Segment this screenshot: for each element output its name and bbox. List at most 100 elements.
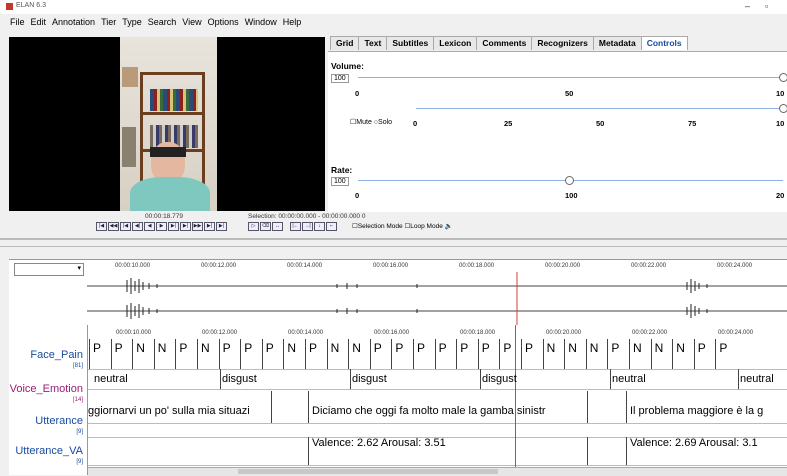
tab-metadata[interactable]: Metadata [592, 36, 642, 50]
utterance-annotation[interactable]: Il problema maggiore è la g [630, 405, 787, 417]
voice-emotion-annotation[interactable]: disgust [222, 373, 257, 385]
prev-second-button[interactable]: ◀◀ [108, 222, 119, 231]
next-pixel-button[interactable]: ▶| [204, 222, 215, 231]
face-pain-annotation[interactable]: N [136, 341, 145, 355]
speaker-icon[interactable]: 🔈 [445, 223, 453, 230]
voice-emotion-annotation[interactable]: neutral [740, 373, 774, 385]
annotation-viewer[interactable]: 00:00:10.000 00:00:12.000 00:00:14.000 0… [87, 325, 787, 476]
utterance-va-annotation[interactable]: Valence: 2.69 Arousal: 3.1 [630, 437, 787, 449]
face-pain-annotation[interactable]: N [352, 341, 361, 355]
face-pain-annotation[interactable]: P [115, 341, 123, 355]
face-pain-annotation[interactable]: N [287, 341, 296, 355]
tab-recognizers[interactable]: Recognizers [531, 36, 594, 50]
face-pain-annotation[interactable]: N [158, 341, 167, 355]
menu-view[interactable]: View [182, 17, 201, 27]
voice-emotion-annotation[interactable]: neutral [612, 373, 646, 385]
volume-slider[interactable] [358, 77, 783, 78]
face-pain-annotation[interactable]: P [179, 341, 187, 355]
tab-text[interactable]: Text [358, 36, 388, 50]
play-selection-button[interactable]: ▷ [248, 222, 259, 231]
tier-divider [88, 423, 787, 424]
face-pain-annotation[interactable]: P [439, 341, 447, 355]
step-back-button[interactable]: ◀ [144, 222, 155, 231]
face-pain-annotation[interactable]: P [93, 341, 101, 355]
splitter[interactable] [0, 238, 787, 240]
solo-slider-knob[interactable] [779, 104, 787, 113]
face-pain-annotation[interactable]: N [547, 341, 556, 355]
tier-count-utterance: [9] [76, 429, 83, 435]
utterance-annotation[interactable]: Diciamo che oggi fa molto male la gamba … [312, 405, 582, 417]
face-pain-annotation[interactable]: N [633, 341, 642, 355]
face-pain-annotation[interactable]: P [482, 341, 490, 355]
toggle-selection-button[interactable]: ↔ [272, 222, 283, 231]
rate-slider-knob[interactable] [565, 176, 574, 185]
face-pain-annotation[interactable]: P [309, 341, 317, 355]
tier-name-utterance[interactable]: Utterance [35, 415, 83, 427]
volume-slider-knob[interactable] [779, 73, 787, 82]
go-to-end-button[interactable]: ▶| [216, 222, 227, 231]
volume-tick-0: 0 [355, 89, 360, 98]
tab-controls[interactable]: Controls [640, 36, 688, 50]
face-pain-annotation[interactable]: P [417, 341, 425, 355]
voice-emotion-annotation[interactable]: disgust [352, 373, 387, 385]
step-forward-button[interactable]: ▶| [168, 222, 179, 231]
tab-lexicon[interactable]: Lexicon [433, 36, 478, 50]
window-title: ELAN 6.3 [16, 2, 46, 9]
face-pain-annotation[interactable]: P [223, 341, 231, 355]
menu-file[interactable]: File [10, 17, 25, 27]
utterance-annotation[interactable]: ggiornarvi un po' sulla mia situazi [88, 405, 268, 417]
face-pain-annotation[interactable]: N [655, 341, 664, 355]
face-pain-annotation[interactable]: N [568, 341, 577, 355]
go-to-begin-button[interactable]: |◀ [96, 222, 107, 231]
face-pain-annotation[interactable]: P [460, 341, 468, 355]
utterance-va-annotation[interactable]: Valence: 2.62 Arousal: 3.51 [312, 437, 446, 449]
anno-tick: 00:00:22.000 [632, 330, 668, 336]
maximize-icon[interactable]: ▫ [765, 1, 768, 11]
menu-annotation[interactable]: Annotation [52, 17, 95, 27]
face-pain-annotation[interactable]: P [719, 341, 727, 355]
tier-name-voice-emotion[interactable]: Voice_Emotion [10, 383, 83, 395]
face-pain-annotation[interactable]: P [503, 341, 511, 355]
voice-emotion-annotation[interactable]: disgust [482, 373, 517, 385]
selection-end-button[interactable]: →| [302, 222, 313, 231]
menu-tier[interactable]: Tier [101, 17, 116, 27]
next-frame-button[interactable]: ▶| [180, 222, 191, 231]
tab-comments[interactable]: Comments [476, 36, 533, 50]
scrollbar-thumb[interactable] [238, 469, 498, 474]
waveform-viewer[interactable]: ▾ 00:00:10.000 00:00:12.000 00:00:14.000… [9, 259, 787, 326]
voice-emotion-annotation[interactable]: neutral [94, 373, 128, 385]
tab-subtitles[interactable]: Subtitles [386, 36, 435, 50]
face-pain-annotation[interactable]: P [374, 341, 382, 355]
selection-crop-button[interactable]: ⌐ [326, 222, 337, 231]
menu-help[interactable]: Help [283, 17, 302, 27]
selection-snap-button[interactable]: ↓ [314, 222, 325, 231]
face-pain-annotation[interactable]: P [266, 341, 274, 355]
face-pain-annotation[interactable]: P [395, 341, 403, 355]
face-pain-annotation[interactable]: P [244, 341, 252, 355]
face-pain-annotation[interactable]: N [331, 341, 340, 355]
clear-selection-button[interactable]: ⌫ [260, 222, 271, 231]
next-second-button[interactable]: ▶▶ [192, 222, 203, 231]
face-pain-annotation[interactable]: P [525, 341, 533, 355]
menu-window[interactable]: Window [245, 17, 277, 27]
face-pain-annotation[interactable]: N [201, 341, 210, 355]
prev-pixel-button[interactable]: ◀| [132, 222, 143, 231]
face-pain-annotation[interactable]: N [676, 341, 685, 355]
selection-mode-group: ☐Selection Mode ☐Loop Mode 🔈 [352, 222, 453, 230]
menu-options[interactable]: Options [208, 17, 239, 27]
menu-search[interactable]: Search [148, 17, 177, 27]
face-pain-annotation[interactable]: P [611, 341, 619, 355]
face-pain-annotation[interactable]: N [590, 341, 599, 355]
selection-begin-button[interactable]: |← [290, 222, 301, 231]
minimize-icon[interactable]: – [745, 1, 750, 11]
tier-name-face-pain[interactable]: Face_Pain [30, 349, 83, 361]
prev-frame-button[interactable]: |◀ [120, 222, 131, 231]
menu-edit[interactable]: Edit [31, 17, 47, 27]
menu-type[interactable]: Type [122, 17, 142, 27]
face-pain-annotation[interactable]: P [698, 341, 706, 355]
waveform-channel-select[interactable]: ▾ [14, 263, 84, 276]
tab-grid[interactable]: Grid [330, 36, 360, 50]
play-button[interactable]: ▶ [156, 222, 167, 231]
solo-slider[interactable] [416, 108, 783, 109]
tier-name-utterance-va[interactable]: Utterance_VA [15, 445, 83, 457]
